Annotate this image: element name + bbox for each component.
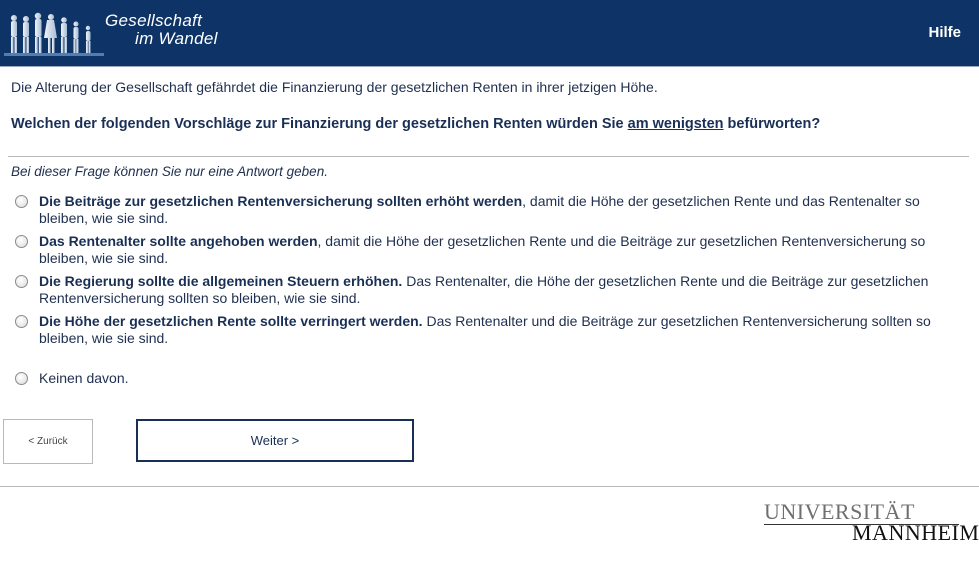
survey-page: Gesellschaft im Wandel Hilfe Die Alterun… [0, 0, 979, 583]
option-label: Die Höhe der gesetzlichen Rente sollte v… [39, 313, 969, 347]
divider [8, 156, 969, 157]
option-label: Das Rentenalter sollte angehoben werden,… [39, 233, 969, 267]
answer-option-3[interactable]: Die Regierung sollte die allgemeinen Ste… [11, 273, 969, 307]
question-part-2: befürworten? [723, 116, 821, 132]
header-bar: Gesellschaft im Wandel Hilfe [0, 0, 979, 67]
answer-option-none[interactable]: Keinen davon. [11, 370, 969, 387]
logo-line-1: Gesellschaft [105, 11, 203, 30]
option-label: Die Regierung sollte die allgemeinen Ste… [39, 273, 969, 307]
university-logo-line-2: MANNHEIM [852, 520, 979, 545]
intro-text: Die Alterung der Gesellschaft gefährdet … [11, 79, 658, 95]
footer-divider [0, 486, 979, 487]
answer-option-1[interactable]: Die Beiträge zur gesetzlichen Rentenvers… [11, 193, 969, 227]
question-text: Welchen der folgenden Vorschläge zur Fin… [11, 116, 820, 132]
next-button[interactable]: Weiter > [136, 419, 414, 462]
university-logo: UNIVERSITÄT MANNHEIM [764, 501, 979, 545]
logo-text: Gesellschaft im Wandel [105, 12, 218, 48]
option-rest-text: Keinen davon. [39, 370, 129, 386]
option-bold-text: Das Rentenalter sollte angehoben werden [39, 233, 318, 249]
question-emphasis: am wenigsten [627, 116, 724, 132]
answer-option-4[interactable]: Die Höhe der gesetzlichen Rente sollte v… [11, 313, 969, 347]
people-silhouette-logo-icon [4, 12, 104, 56]
answer-hint: Bei dieser Frage können Sie nur eine Ant… [11, 164, 328, 179]
logo-line-2: im Wandel [135, 29, 218, 48]
option-bold-text: Die Regierung sollte die allgemeinen Ste… [39, 273, 403, 289]
answer-option-2[interactable]: Das Rentenalter sollte angehoben werden,… [11, 233, 969, 267]
radio-button[interactable] [15, 372, 28, 385]
help-link[interactable]: Hilfe [928, 24, 961, 41]
radio-button[interactable] [15, 275, 28, 288]
radio-button[interactable] [15, 315, 28, 328]
question-part-1: Welchen der folgenden Vorschläge zur Fin… [11, 116, 628, 132]
logo-rule [764, 524, 959, 525]
option-label: Die Beiträge zur gesetzlichen Rentenvers… [39, 193, 969, 227]
option-bold-text: Die Beiträge zur gesetzlichen Rentenvers… [39, 193, 523, 209]
back-button[interactable]: < Zurück [3, 419, 93, 464]
option-label: Keinen davon. [39, 370, 969, 387]
radio-button[interactable] [15, 195, 28, 208]
radio-button[interactable] [15, 235, 28, 248]
option-bold-text: Die Höhe der gesetzlichen Rente sollte v… [39, 313, 423, 329]
